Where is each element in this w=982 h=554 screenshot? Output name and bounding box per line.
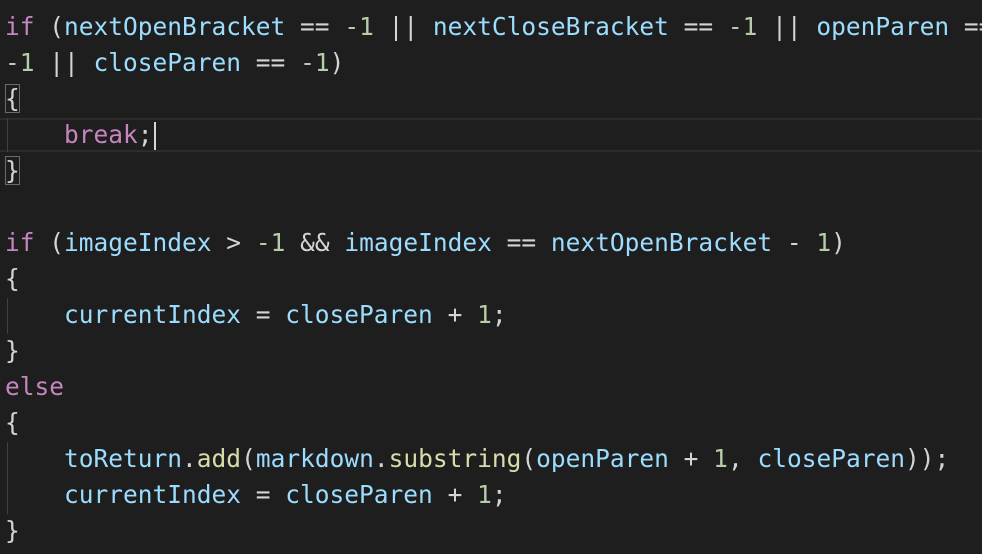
- code-token: imageIndex: [64, 228, 212, 257]
- code-token: add: [196, 444, 242, 473]
- code-token: ==: [241, 48, 301, 77]
- code-line[interactable]: break;: [5, 117, 156, 153]
- code-token: ==: [963, 12, 982, 41]
- code-line[interactable]: {: [5, 405, 20, 441]
- code-line[interactable]: -1 || closeParen == -1): [5, 45, 344, 81]
- code-token: else: [5, 372, 65, 401]
- code-token: closeParen: [757, 444, 905, 473]
- code-token: }: [5, 156, 20, 185]
- code-token: ;: [491, 300, 507, 329]
- code-token: ));: [904, 444, 950, 473]
- code-token: if: [5, 12, 35, 41]
- code-token: openParen: [816, 12, 950, 41]
- code-token: ||: [34, 48, 94, 77]
- code-token: nextOpenBracket: [64, 12, 286, 41]
- code-token: =: [241, 480, 286, 509]
- code-token: currentIndex: [64, 480, 242, 509]
- code-token: (: [241, 444, 256, 473]
- code-token: toReturn: [64, 444, 183, 473]
- code-token: ==: [668, 12, 728, 41]
- code-token: closeParen: [93, 48, 242, 77]
- code-line[interactable]: }: [5, 513, 20, 549]
- code-token: if: [5, 228, 35, 257]
- code-token: +: [432, 480, 478, 509]
- code-token: =: [241, 300, 286, 329]
- code-token: -1: [344, 12, 374, 41]
- code-token: >: [211, 228, 256, 257]
- code-line[interactable]: toReturn.add(markdown.substring(openPare…: [5, 441, 949, 477]
- code-token: {: [5, 264, 20, 293]
- code-line[interactable]: else: [5, 369, 64, 405]
- code-token: (: [34, 228, 65, 257]
- code-token: -1: [300, 48, 330, 77]
- code-token: {: [5, 408, 20, 437]
- code-token: ;: [137, 120, 153, 149]
- code-token: break: [64, 120, 138, 149]
- code-line[interactable]: }: [5, 333, 20, 369]
- code-token: -1: [727, 12, 758, 41]
- code-token: ==: [491, 228, 551, 257]
- code-line[interactable]: currentIndex = closeParen + 1;: [5, 477, 507, 513]
- code-line[interactable]: currentIndex = closeParen + 1;: [5, 297, 507, 333]
- code-token: substring: [388, 444, 522, 473]
- code-token: ||: [757, 12, 817, 41]
- code-token: 1: [816, 228, 832, 257]
- code-line[interactable]: if (imageIndex > -1 && imageIndex == nex…: [5, 225, 846, 261]
- code-token: -1: [5, 48, 35, 77]
- code-token: ;: [491, 480, 507, 509]
- code-token: .: [373, 444, 389, 473]
- code-token: (: [521, 444, 537, 473]
- code-line[interactable]: {: [5, 81, 20, 117]
- code-token: ): [329, 48, 345, 77]
- code-token: +: [668, 444, 714, 473]
- code-token: ||: [373, 12, 433, 41]
- code-token: +: [432, 300, 478, 329]
- code-token: }: [5, 336, 20, 365]
- code-token: markdown: [255, 444, 374, 473]
- code-token: 1: [477, 300, 492, 329]
- code-token: &&: [285, 228, 345, 257]
- code-token: ==: [285, 12, 345, 41]
- code-line[interactable]: {: [5, 261, 20, 297]
- code-token: {: [5, 84, 20, 113]
- code-token: (: [34, 12, 65, 41]
- code-token: 1: [477, 480, 492, 509]
- code-token: nextCloseBracket: [432, 12, 669, 41]
- code-editor[interactable]: if (nextOpenBracket == -1 || nextCloseBr…: [0, 0, 982, 554]
- code-token: -: [772, 228, 817, 257]
- text-cursor: [153, 122, 156, 150]
- code-token: .: [182, 444, 197, 473]
- code-token: ): [831, 228, 846, 257]
- code-token: ,: [727, 444, 758, 473]
- code-token: closeParen: [285, 480, 433, 509]
- code-line[interactable]: if (nextOpenBracket == -1 || nextCloseBr…: [5, 9, 982, 45]
- code-token: nextOpenBracket: [550, 228, 773, 257]
- code-token: }: [5, 516, 20, 545]
- code-token: -1: [255, 228, 286, 257]
- code-token: openParen: [536, 444, 669, 473]
- code-token: imageIndex: [344, 228, 492, 257]
- code-token: closeParen: [285, 300, 433, 329]
- code-line[interactable]: }: [5, 153, 20, 189]
- code-token: 1: [713, 444, 728, 473]
- code-token: currentIndex: [64, 300, 242, 329]
